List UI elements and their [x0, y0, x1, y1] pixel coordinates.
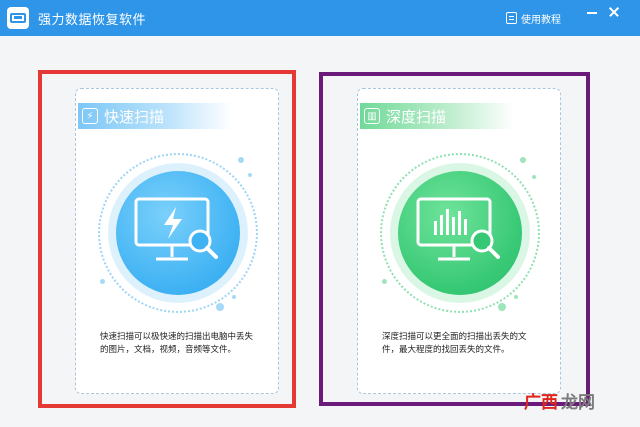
watermark-part2: 龙网 — [561, 393, 595, 413]
quick-scan-illustration — [98, 153, 258, 313]
app-title: 强力数据恢复软件 — [38, 13, 147, 28]
deep-scan-illustration — [380, 153, 540, 313]
minimize-button[interactable] — [584, 4, 600, 20]
deep-scan-title: 深度扫描 — [386, 107, 447, 126]
book-icon — [506, 12, 517, 24]
tutorial-button[interactable]: 使用教程 — [506, 9, 561, 27]
watermark: 广西 龙网 — [524, 388, 595, 413]
monitor-lightning-search-icon — [128, 193, 228, 273]
bar-chart-icon: ▥ — [364, 108, 380, 124]
quick-scan-card[interactable]: ⚡ 快速扫描 快速扫描可以极快速的扫描出电脑中丢失的图片，文档，视频，音频等文件… — [75, 88, 279, 394]
close-button[interactable] — [606, 4, 622, 20]
tutorial-label: 使用教程 — [521, 14, 561, 26]
title-bar: 强力数据恢复软件 使用教程 — [0, 0, 640, 36]
watermark-part1: 广西 — [524, 393, 558, 413]
quick-scan-description: 快速扫描可以极快速的扫描出电脑中丢失的图片，文档，视频，音频等文件。 — [100, 332, 254, 355]
quick-scan-header: ⚡ 快速扫描 — [78, 103, 232, 129]
deep-scan-card[interactable]: ▥ 深度扫描 深度扫描可以更全面的扫描出丢失的文件，最大程度的找回丢失的文件。 — [357, 88, 561, 394]
hard-drive-icon — [7, 7, 29, 29]
lightning-icon: ⚡ — [82, 108, 98, 124]
deep-scan-header: ▥ 深度扫描 — [360, 103, 514, 129]
quick-scan-title: 快速扫描 — [104, 107, 165, 126]
monitor-chart-search-icon — [410, 193, 510, 273]
deep-scan-description: 深度扫描可以更全面的扫描出丢失的文件，最大程度的找回丢失的文件。 — [382, 332, 527, 355]
